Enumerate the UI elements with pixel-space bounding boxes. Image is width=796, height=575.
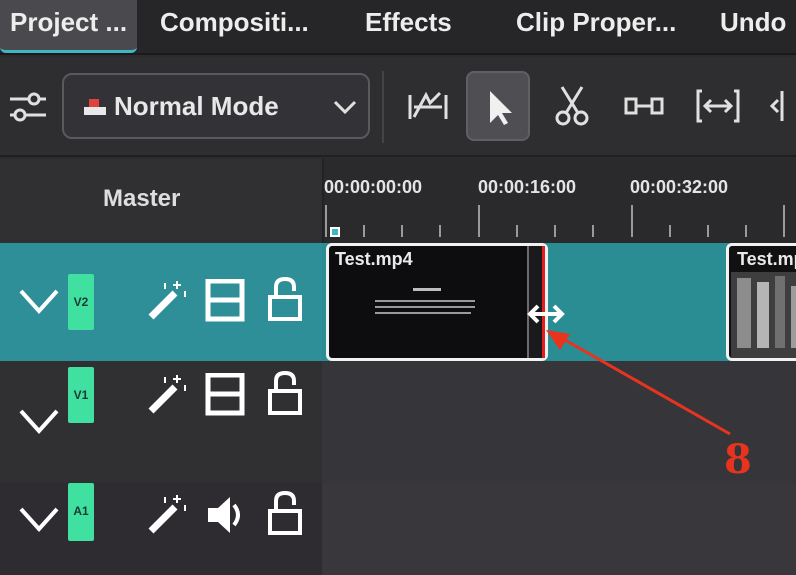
timeline-clip[interactable]: Test.mp4	[326, 243, 548, 361]
chevron-down-icon[interactable]	[18, 281, 60, 323]
tab-clip-properties[interactable]: Clip Proper...	[516, 0, 676, 53]
tab-bar: Project ... Compositi... Effects Clip Pr…	[0, 0, 796, 55]
clip-thumbnail	[375, 288, 475, 314]
playhead-marker[interactable]	[330, 227, 340, 237]
edit-mode-label: Normal Mode	[114, 91, 279, 121]
timeline-ruler[interactable]: 00:00:00:00 00:00:16:00 00:00:32:00	[322, 159, 796, 243]
master-header: Master	[0, 159, 322, 243]
trim-slip-tool-button[interactable]	[396, 71, 460, 141]
tab-project[interactable]: Project ...	[0, 0, 138, 53]
ripple-icon	[696, 89, 740, 123]
track-name-badge: A1	[68, 483, 94, 541]
chevron-down-icon[interactable]	[18, 499, 60, 541]
lock-open-icon[interactable]	[264, 277, 308, 321]
ripple-tool-button[interactable]	[686, 71, 750, 141]
roll-tool-button[interactable]	[758, 71, 796, 141]
thumbnails-toggle-icon[interactable]	[204, 279, 248, 323]
chevron-down-icon	[333, 100, 357, 115]
razor-tool-button[interactable]	[540, 71, 604, 141]
timeline-toolbar: Normal Mode	[0, 57, 796, 157]
lock-open-icon[interactable]	[264, 491, 308, 535]
clip-title: Test.mp4	[335, 249, 413, 269]
speaker-icon[interactable]	[204, 493, 248, 537]
ruler-ticks	[325, 205, 785, 237]
timecode-label: 00:00:32:00	[630, 177, 729, 197]
clip-title: Test.mp4	[737, 249, 796, 269]
spacer-tool-button[interactable]	[612, 71, 676, 141]
track-name-badge: V1	[68, 367, 94, 423]
settings-sliders-icon[interactable]	[8, 89, 48, 125]
track-header-v1[interactable]: V1	[0, 361, 322, 483]
trim-slip-icon	[408, 91, 448, 119]
chevron-down-icon[interactable]	[18, 401, 60, 443]
track-lane-a1[interactable]	[322, 483, 796, 575]
lock-open-icon[interactable]	[264, 371, 308, 415]
clip-thumbnail	[731, 272, 796, 358]
annotation-number: 8	[724, 436, 752, 483]
roll-icon	[769, 91, 784, 121]
spacer-icon	[624, 97, 664, 115]
select-arrow-icon	[490, 91, 512, 125]
track-header-v2[interactable]: V2	[0, 243, 322, 361]
select-tool-button[interactable]	[466, 71, 530, 141]
edit-mode-dropdown[interactable]: Normal Mode	[62, 73, 370, 139]
toolbar-separator	[382, 71, 384, 143]
effects-wand-icon[interactable]	[145, 279, 189, 323]
thumbnails-toggle-icon[interactable]	[204, 373, 248, 417]
timecode-label: 00:00:16:00	[478, 177, 577, 197]
timecode-label: 00:00:00:00	[324, 177, 423, 197]
tab-effects[interactable]: Effects	[365, 0, 452, 53]
effects-wand-icon[interactable]	[145, 493, 189, 537]
tab-undo[interactable]: Undo	[720, 0, 786, 53]
track-name-badge: V2	[68, 274, 94, 330]
razor-cut-icon	[555, 86, 589, 126]
master-label: Master	[103, 185, 181, 212]
effects-wand-icon[interactable]	[145, 373, 189, 417]
tab-compositions[interactable]: Compositi...	[160, 0, 309, 53]
track-header-a1[interactable]: A1	[0, 483, 322, 575]
normal-mode-icon	[84, 99, 106, 115]
annotation-arrow	[546, 330, 731, 436]
